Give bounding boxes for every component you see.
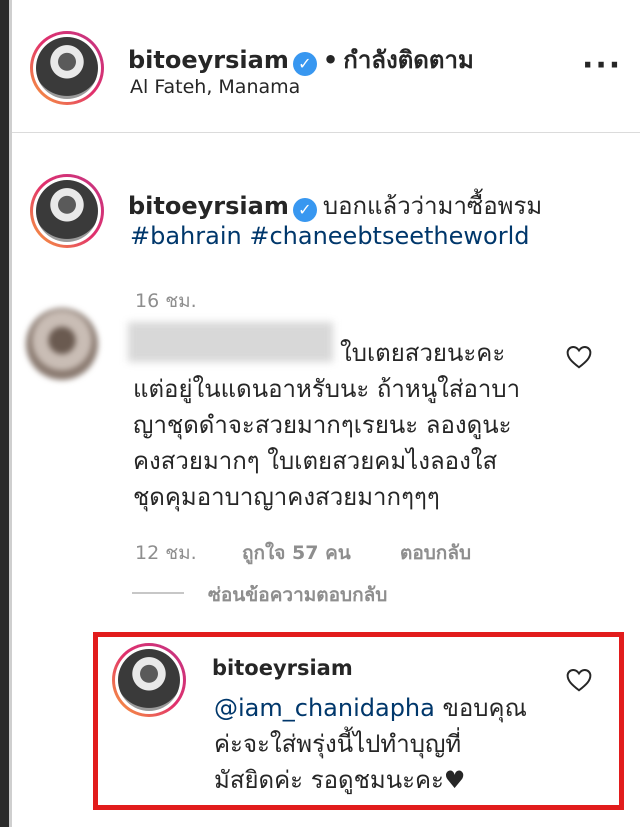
comment-line: ชุดคุมอาบาญาคงสวยมากๆๆๆ (133, 483, 440, 511)
commenter-username-blurred[interactable] (128, 322, 333, 362)
reply-button[interactable]: ตอบกลับ (400, 538, 471, 568)
left-edge-strip (0, 0, 9, 827)
header-username[interactable]: bitoeyrsiam (128, 46, 289, 74)
header-divider (12, 132, 640, 133)
caption-time: 16 ชม. (135, 290, 197, 312)
header-separator: • (322, 46, 339, 74)
avatar-photo (118, 649, 180, 711)
comment-line: ญาชุดดำจะสวยมากๆเรยนะ ลองดูนะ (133, 411, 512, 439)
comment-line: ใบเตยสวยนะคะ (340, 339, 506, 367)
heart-outline-icon[interactable] (566, 345, 592, 369)
heart-outline-icon[interactable] (566, 668, 592, 692)
header-avatar[interactable] (30, 31, 104, 105)
caption-hashtags: #bahrain #chaneebtseetheworld (130, 222, 529, 250)
caption-avatar[interactable] (30, 174, 104, 248)
header-title-row: bitoeyrsiam ✓ • กำลังติดตาม (128, 40, 474, 79)
caption-text: บอกแล้วว่ามาซื้อพรม (322, 192, 543, 220)
reply-text: ขอบคุณ (434, 694, 527, 722)
comment-line: คงสวยมากๆ ใบเตยสวยคมไงลองใส (133, 447, 498, 475)
more-options-icon[interactable]: ··· (582, 48, 622, 83)
reply-line: มัสยิดค่ะ รอดูชมนะคะ♥ (214, 766, 466, 794)
following-button[interactable]: กำลังติดตาม (343, 46, 474, 74)
avatar-photo (36, 37, 98, 99)
verified-badge-icon: ✓ (292, 197, 317, 222)
commenter-avatar[interactable] (26, 308, 98, 380)
comment-time: 12 ชม. (135, 542, 197, 564)
hashtag-link[interactable]: #bahrain (130, 222, 242, 250)
verified-badge-icon: ✓ (292, 51, 317, 76)
header-location[interactable]: Al Fateh, Manama (130, 76, 300, 98)
reply-line: ค่ะจะใส่พรุ่งนี้ไปทำบุญที่ (214, 730, 462, 758)
caption-username[interactable]: bitoeyrsiam (128, 192, 289, 220)
reply-avatar[interactable] (112, 643, 186, 717)
comment-likes[interactable]: ถูกใจ 57 คน (242, 538, 351, 568)
hide-replies-button[interactable]: ซ่อนข้อความตอบกลับ (208, 580, 387, 610)
left-edge-border (9, 0, 12, 827)
caption-row: bitoeyrsiam ✓ บอกแล้วว่ามาซื้อพรม (128, 186, 542, 225)
mention-link[interactable]: @iam_chanidapha (214, 694, 435, 722)
hashtag-link[interactable]: #chaneebtseetheworld (249, 222, 529, 250)
avatar-photo (36, 180, 98, 242)
reply-username[interactable]: bitoeyrsiam (212, 656, 353, 680)
replies-divider-line (132, 592, 184, 594)
reply-line: @iam_chanidapha ขอบคุณ (214, 688, 527, 727)
comment-line: แต่อยู่ในแดนอาหรับนะ ถ้าหนูใส่อาบา (133, 375, 521, 403)
